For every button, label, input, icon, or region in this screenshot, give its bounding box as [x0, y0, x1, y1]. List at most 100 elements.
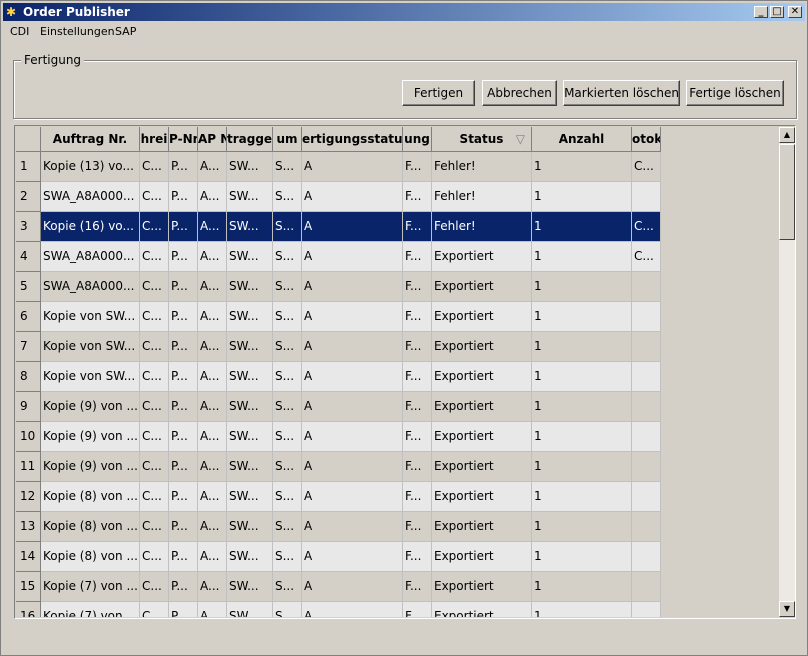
table-cell[interactable]: Exportiert	[432, 572, 532, 602]
row-header[interactable]: 7	[16, 332, 41, 362]
table-cell[interactable]: 1	[532, 302, 632, 332]
table-cell[interactable]: A...	[198, 362, 227, 392]
table-cell[interactable]: SW...	[227, 542, 273, 572]
table-cell[interactable]: P...	[169, 302, 198, 332]
row-header[interactable]: 1	[16, 152, 41, 182]
table-cell[interactable]: C...	[140, 182, 169, 212]
table-cell[interactable]	[632, 482, 661, 512]
table-cell[interactable]: S...	[273, 302, 302, 332]
table-cell[interactable]: S...	[273, 212, 302, 242]
title-bar[interactable]: ✱ Order Publisher _ □ ✕	[3, 3, 805, 21]
table-cell[interactable]: A	[302, 542, 403, 572]
table-cell[interactable]: 1	[532, 602, 632, 617]
table-cell[interactable]: SW...	[227, 152, 273, 182]
column-header[interactable]: Anzahl	[532, 127, 632, 152]
row-header[interactable]: 4	[16, 242, 41, 272]
table-cell[interactable]: S...	[273, 272, 302, 302]
table-cell[interactable]: A	[302, 302, 403, 332]
table-row[interactable]: 16 Kopie (7) von ... C... P... A... SW... S...…	[16, 602, 661, 617]
table-cell[interactable]: A...	[198, 182, 227, 212]
table-cell[interactable]: 1	[532, 452, 632, 482]
table-row[interactable]: 2 SWA_A8A000... C... P... A... SW... S... A F...…	[16, 182, 661, 212]
table-cell[interactable]: S...	[273, 362, 302, 392]
table-cell[interactable]: A	[302, 242, 403, 272]
table-cell[interactable]: S...	[273, 152, 302, 182]
table-cell[interactable]: F...	[403, 452, 432, 482]
table-cell[interactable]: S...	[273, 392, 302, 422]
table-cell[interactable]: F...	[403, 332, 432, 362]
table-cell[interactable]: P...	[169, 152, 198, 182]
table-cell[interactable]: P...	[169, 572, 198, 602]
column-header[interactable]: AP N	[198, 127, 227, 152]
table-cell[interactable]: A...	[198, 242, 227, 272]
table-cell[interactable]	[632, 542, 661, 572]
grid-corner[interactable]	[16, 127, 41, 152]
table-cell[interactable]	[632, 572, 661, 602]
table-cell[interactable]: C...	[140, 602, 169, 617]
table-cell[interactable]: F...	[403, 392, 432, 422]
table-cell[interactable]: SW...	[227, 212, 273, 242]
table-cell[interactable]: Exportiert	[432, 362, 532, 392]
close-button[interactable]: ✕	[788, 6, 802, 18]
table-cell[interactable]: A	[302, 422, 403, 452]
table-cell[interactable]: C...	[632, 242, 661, 272]
table-cell[interactable]: C...	[140, 332, 169, 362]
markierten-loeschen-button[interactable]: Markierten löschen	[563, 80, 680, 106]
table-cell[interactable]: 1	[532, 422, 632, 452]
row-header[interactable]: 8	[16, 362, 41, 392]
table-cell[interactable]: S...	[273, 602, 302, 617]
fertigen-button[interactable]: Fertigen	[402, 80, 475, 106]
table-row[interactable]: 8 Kopie von SW... C... P... A... SW... S... A F.…	[16, 362, 661, 392]
table-cell[interactable]: P...	[169, 422, 198, 452]
table-cell[interactable]: F...	[403, 572, 432, 602]
row-header[interactable]: 10	[16, 422, 41, 452]
menu-sap[interactable]: SAP	[115, 25, 136, 38]
table-cell[interactable]: Kopie (9) von ...	[41, 452, 140, 482]
table-cell[interactable]: A	[302, 362, 403, 392]
table-cell[interactable]: Kopie (9) von ...	[41, 422, 140, 452]
menu-einstellungen[interactable]: Einstellungen	[40, 25, 115, 38]
table-cell[interactable]: F...	[403, 422, 432, 452]
table-cell[interactable]: SW...	[227, 392, 273, 422]
table-cell[interactable]: Kopie (8) von ...	[41, 512, 140, 542]
table-cell[interactable]	[632, 362, 661, 392]
column-header[interactable]: um	[273, 127, 302, 152]
table-cell[interactable]: SW...	[227, 602, 273, 617]
table-cell[interactable]: F...	[403, 272, 432, 302]
table-cell[interactable]: SW...	[227, 272, 273, 302]
table-cell[interactable]: C...	[140, 152, 169, 182]
table-cell[interactable]: A	[302, 482, 403, 512]
table-cell[interactable]: C...	[140, 452, 169, 482]
scroll-thumb[interactable]	[779, 144, 795, 240]
table-cell[interactable]: SW...	[227, 422, 273, 452]
table-cell[interactable]: F...	[403, 212, 432, 242]
table-cell[interactable]: S...	[273, 452, 302, 482]
row-header[interactable]: 13	[16, 512, 41, 542]
table-cell[interactable]: Fehler!	[432, 152, 532, 182]
row-header[interactable]: 3	[16, 212, 41, 242]
table-cell[interactable]: 1	[532, 332, 632, 362]
table-row[interactable]: 11 Kopie (9) von ... C... P... A... SW... S...…	[16, 452, 661, 482]
table-cell[interactable]: S...	[273, 542, 302, 572]
table-cell[interactable]: F...	[403, 362, 432, 392]
table-cell[interactable]: C...	[140, 302, 169, 332]
table-cell[interactable]: P...	[169, 182, 198, 212]
table-cell[interactable]: C...	[140, 482, 169, 512]
table-cell[interactable]: A	[302, 152, 403, 182]
table-cell[interactable]	[632, 452, 661, 482]
table-cell[interactable]: 1	[532, 152, 632, 182]
table-cell[interactable]: C...	[140, 362, 169, 392]
table-cell[interactable]: Kopie (9) von ...	[41, 392, 140, 422]
table-cell[interactable]: A...	[198, 512, 227, 542]
column-header[interactable]: tragge	[227, 127, 273, 152]
table-cell[interactable]: 1	[532, 212, 632, 242]
table-cell[interactable]: SW...	[227, 362, 273, 392]
table-cell[interactable]: A	[302, 212, 403, 242]
table-row[interactable]: 5 SWA_A8A000... C... P... A... SW... S... A F...…	[16, 272, 661, 302]
table-row[interactable]: 14 Kopie (8) von ... C... P... A... SW... S...…	[16, 542, 661, 572]
row-header[interactable]: 6	[16, 302, 41, 332]
table-cell[interactable]: A...	[198, 152, 227, 182]
row-header[interactable]: 15	[16, 572, 41, 602]
fertige-loeschen-button[interactable]: Fertige löschen	[686, 80, 784, 106]
abbrechen-button[interactable]: Abbrechen	[482, 80, 557, 106]
